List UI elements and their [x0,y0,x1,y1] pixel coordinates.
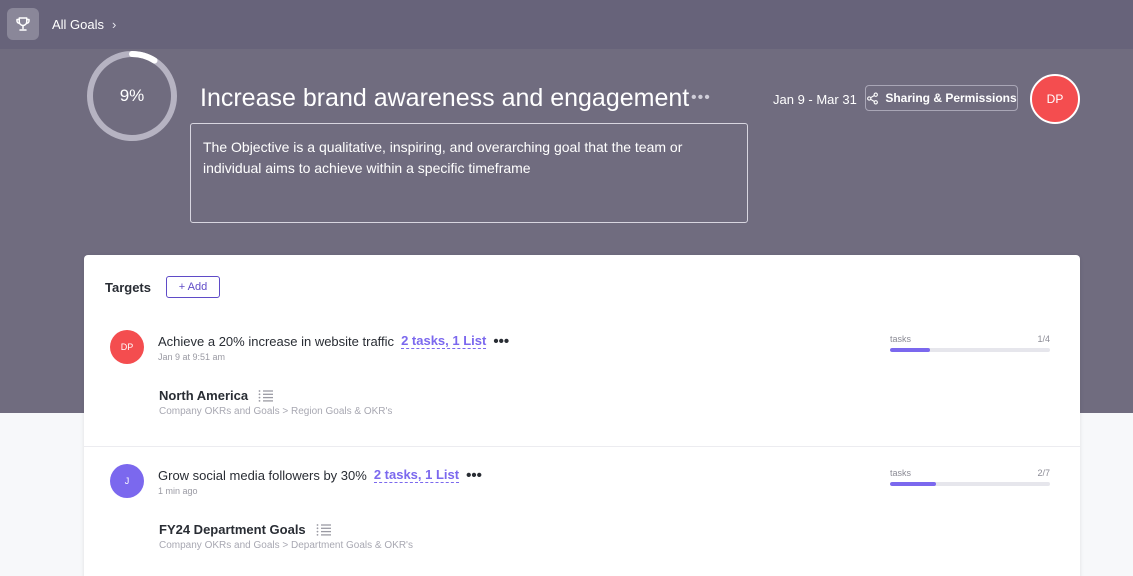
goal-title[interactable]: Increase brand awareness and engagement [200,84,689,113]
target-list-label[interactable]: FY24 Department Goals [159,522,306,537]
goal-more-icon[interactable]: ••• [691,89,711,107]
target-progress-count: 2/7 [1037,468,1050,478]
target-tasks-link[interactable]: 2 tasks, 1 List [401,334,487,349]
add-target-button[interactable]: + Add [166,276,220,298]
target-progress-count: 1/4 [1037,334,1050,344]
target-more-icon[interactable]: ••• [493,333,509,350]
goals-home-button[interactable] [7,8,39,40]
target-timestamp: 1 min ago [158,486,198,496]
target-progress-bar [890,348,1050,352]
target-owner-avatar[interactable]: J [110,464,144,498]
targets-heading: Targets [105,280,151,295]
target-list-name[interactable]: FY24 Department Goals [159,522,332,537]
goal-date-range[interactable]: Jan 9 - Mar 31 [773,92,857,107]
breadcrumb-all-goals[interactable]: All Goals [52,17,104,32]
target-progress-label: tasks [890,334,912,344]
target-list-label[interactable]: North America [159,388,248,403]
chevron-right-icon: › [112,17,117,32]
list-icon [316,523,331,536]
target-timestamp: Jan 9 at 9:51 am [158,352,226,362]
owner-avatar[interactable]: DP [1030,74,1080,124]
target-divider [84,446,1080,447]
list-icon [258,389,274,402]
sharing-permissions-button[interactable]: Sharing & Permissions [865,85,1018,111]
target-list-name[interactable]: North America [159,388,274,403]
target-list-path[interactable]: Company OKRs and Goals > Department Goal… [159,540,413,551]
target-progress-fill [890,482,936,486]
target-title[interactable]: Achieve a 20% increase in website traffi… [158,334,394,349]
share-icon [867,92,879,104]
target-list-path[interactable]: Company OKRs and Goals > Region Goals & … [159,406,392,417]
target-name: Grow social media followers by 30% 2 tas… [158,467,482,484]
targets-card: Targets + Add DP Achieve a 20% increase … [84,255,1080,576]
goal-progress-label: 9% [119,86,145,105]
target-progress-label: tasks [890,468,912,478]
sharing-permissions-label: Sharing & Permissions [885,91,1017,105]
goal-description[interactable]: The Objective is a qualitative, inspirin… [190,123,748,223]
target-progress-bar [890,482,1050,486]
target-owner-avatar[interactable]: DP [110,330,144,364]
target-progress-fill [890,348,930,352]
trophy-icon [16,17,30,31]
top-bar: All Goals › [0,0,1133,49]
breadcrumb[interactable]: All Goals › [52,17,116,32]
target-tasks-link[interactable]: 2 tasks, 1 List [373,468,460,483]
target-title[interactable]: Grow social media followers by 30% [158,468,367,483]
target-more-icon[interactable]: ••• [466,467,482,484]
target-name: Achieve a 20% increase in website traffi… [158,333,509,350]
